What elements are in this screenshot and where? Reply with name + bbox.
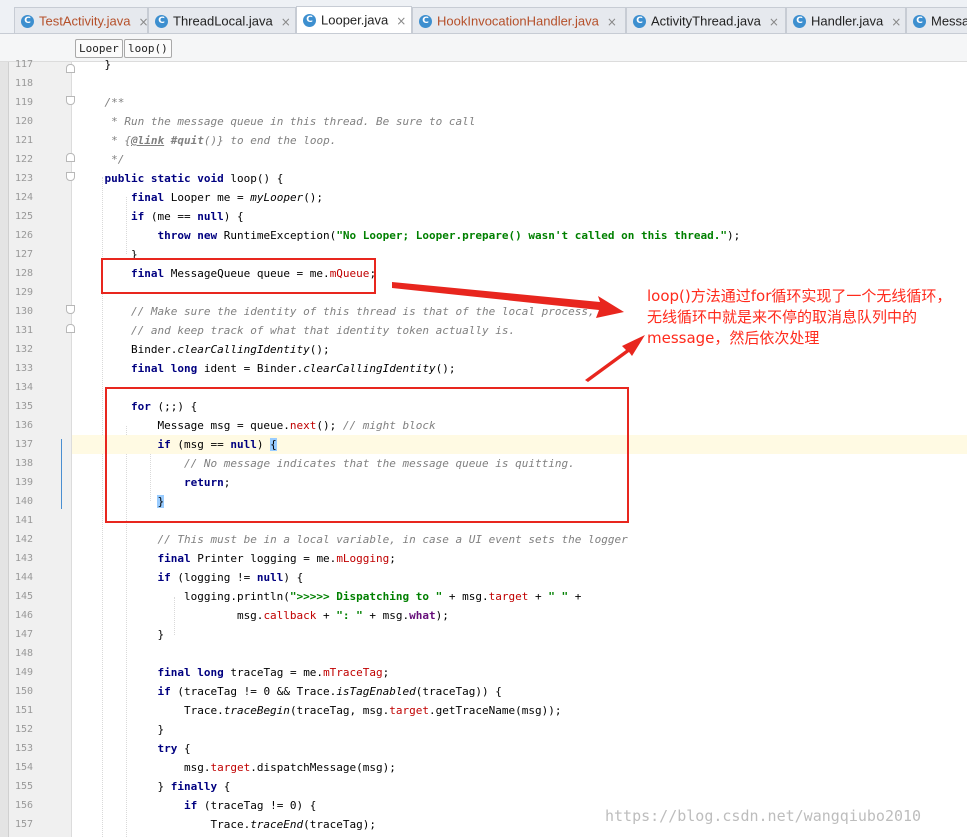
- line-number: 138: [14, 458, 33, 469]
- line-number: 122: [14, 154, 33, 165]
- tab-test-activity[interactable]: C TestActivity.java ×: [14, 7, 149, 33]
- tab-hook-invocation-handler[interactable]: C HookInvocationHandler.java ×: [412, 7, 626, 33]
- tab-threadlocal[interactable]: C ThreadLocal.java ×: [148, 7, 296, 33]
- line-number: 126: [14, 230, 33, 241]
- tab-label: Handler.java: [811, 13, 884, 29]
- line-number: 128: [14, 268, 33, 279]
- line-number: 131: [14, 325, 33, 336]
- line-number: 151: [14, 705, 33, 716]
- code-line: msg.callback + ": " + msg.what);: [78, 609, 449, 622]
- line-number: 123: [14, 173, 33, 184]
- line-number: 134: [14, 382, 33, 393]
- code-line: if (logging != null) {: [157, 571, 304, 584]
- line-number: 127: [14, 249, 33, 260]
- line-number: 137: [14, 439, 33, 450]
- close-icon[interactable]: ×: [281, 15, 291, 29]
- watermark: https://blog.csdn.net/wangqiubo2010: [605, 807, 922, 825]
- code-line: }: [78, 628, 165, 641]
- line-number: 145: [14, 591, 33, 602]
- tab-handler[interactable]: C Handler.java ×: [786, 7, 906, 33]
- tab-label: ThreadLocal.java: [173, 13, 273, 29]
- java-class-icon: C: [633, 15, 646, 29]
- code-line: }: [78, 58, 112, 71]
- close-icon[interactable]: ×: [891, 15, 901, 29]
- code-line: if (me == null) {: [130, 210, 244, 223]
- line-number: 153: [14, 743, 33, 754]
- close-icon[interactable]: ×: [769, 15, 779, 29]
- code-line: final Looper me = myLooper();: [130, 191, 324, 204]
- highlight-box-queue: [101, 258, 376, 294]
- line-number: 140: [14, 496, 33, 507]
- line-number: 129: [14, 287, 33, 298]
- code-line: }: [78, 723, 165, 736]
- side-strip: [0, 62, 9, 837]
- close-icon[interactable]: ×: [607, 15, 617, 29]
- code-line: } finally {: [78, 780, 231, 793]
- code-line: /**: [104, 96, 125, 109]
- change-marker: [61, 439, 62, 509]
- line-number: 147: [14, 629, 33, 640]
- line-number: 139: [14, 477, 33, 488]
- line-number: 135: [14, 401, 33, 412]
- java-class-icon: C: [155, 15, 168, 29]
- code-line: if (traceTag != 0 && Trace.isTagEnabled(…: [157, 685, 502, 698]
- tab-label: Looper.java: [321, 12, 389, 28]
- highlight-box-for-loop: [105, 387, 629, 523]
- annotation-note: loop()方法通过for循环实现了一个无线循环，无线循环中就是来不停的取消息队…: [647, 287, 952, 347]
- code-line: final long ident = Binder.clearCallingId…: [130, 362, 456, 375]
- code-line: final Printer logging = me.mLogging;: [157, 552, 396, 565]
- code-line: Trace.traceBegin(traceTag, msg.target.ge…: [78, 704, 562, 717]
- line-number: 152: [14, 724, 33, 735]
- line-number: 149: [14, 667, 33, 678]
- line-number: 125: [14, 211, 33, 222]
- code-line: public static void loop() {: [104, 172, 284, 185]
- line-number: 117: [14, 59, 33, 70]
- line-number: 154: [14, 762, 33, 773]
- tab-label: TestActivity.java: [39, 13, 131, 29]
- code-line: * {@link #quit()} to end the loop.: [111, 134, 337, 147]
- code-line: try {: [157, 742, 191, 755]
- line-number: 143: [14, 553, 33, 564]
- line-number: 121: [14, 135, 33, 146]
- tab-looper[interactable]: C Looper.java ×: [296, 6, 412, 33]
- editor-tab-bar: C TestActivity.java × C ThreadLocal.java × C…: [0, 0, 967, 34]
- line-number: 136: [14, 420, 33, 431]
- line-number: 150: [14, 686, 33, 697]
- line-number: 157: [14, 819, 33, 830]
- java-class-icon: C: [913, 15, 926, 29]
- java-class-icon: C: [419, 15, 432, 29]
- tab-message[interactable]: C Messa: [906, 7, 967, 33]
- line-number: 144: [14, 572, 33, 583]
- code-line: logging.println(">>>>> Dispatching to " …: [78, 590, 582, 603]
- code-line: throw new RuntimeException("No Looper; L…: [157, 229, 741, 242]
- close-icon[interactable]: ×: [396, 14, 406, 28]
- java-class-icon: C: [793, 15, 806, 29]
- line-number: 142: [14, 534, 33, 545]
- code-line: msg.target.dispatchMessage(msg);: [78, 761, 396, 774]
- java-class-icon: C: [21, 15, 34, 29]
- line-number: 118: [14, 78, 33, 89]
- line-number: 130: [14, 306, 33, 317]
- line-number: 132: [14, 344, 33, 355]
- line-number: 120: [14, 116, 33, 127]
- tab-label: HookInvocationHandler.java: [437, 13, 599, 29]
- line-number: 119: [14, 97, 33, 108]
- tab-label: Messa: [931, 13, 967, 29]
- line-number: 124: [14, 192, 33, 203]
- code-line: // This must be in a local variable, in …: [157, 533, 628, 546]
- code-line: */: [111, 153, 125, 166]
- line-number: 156: [14, 800, 33, 811]
- line-number: 148: [14, 648, 33, 659]
- java-class-icon: C: [303, 14, 316, 28]
- tab-activity-thread[interactable]: C ActivityThread.java ×: [626, 7, 786, 33]
- line-number: 146: [14, 610, 33, 621]
- code-line: * Run the message queue in this thread. …: [111, 115, 476, 128]
- tab-label: ActivityThread.java: [651, 13, 761, 29]
- line-number: 133: [14, 363, 33, 374]
- line-number: 155: [14, 781, 33, 792]
- line-number: 141: [14, 515, 33, 526]
- code-line: final long traceTag = me.mTraceTag;: [157, 666, 390, 679]
